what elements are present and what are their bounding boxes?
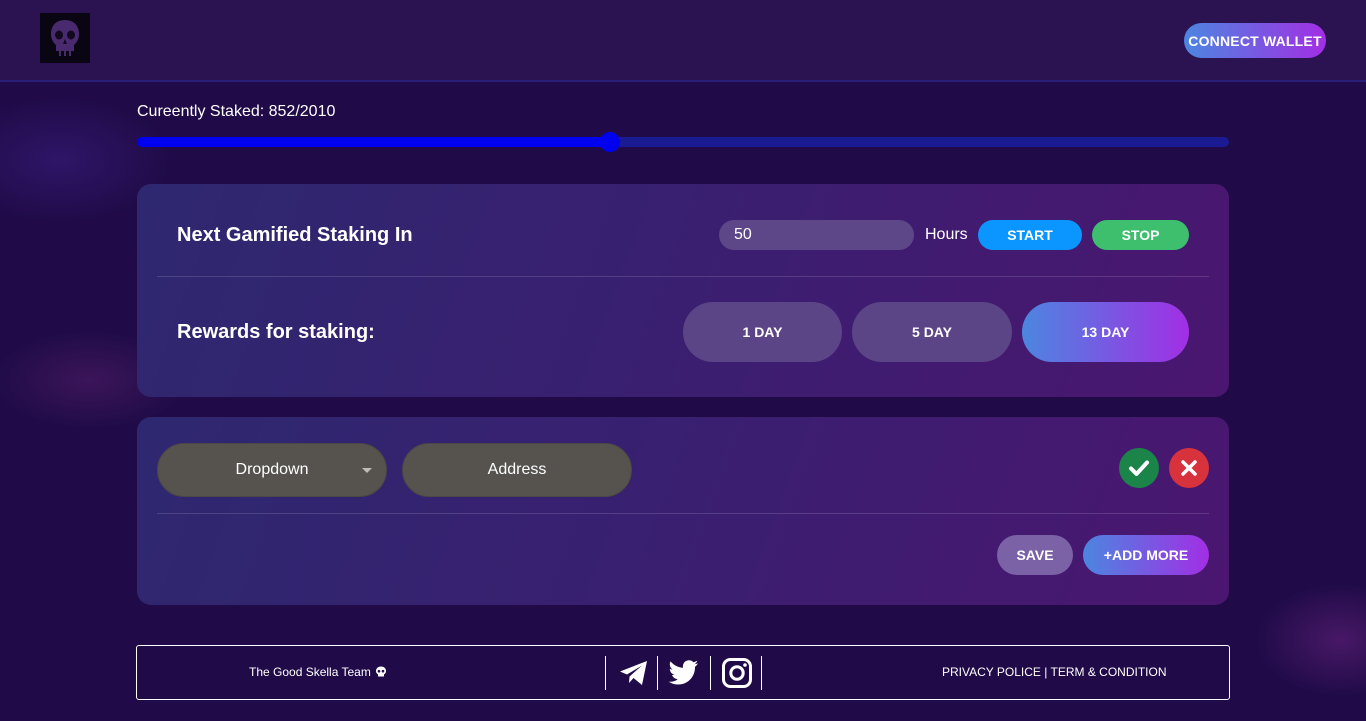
address-placeholder: Address	[487, 461, 547, 478]
team-name: The Good Skella Team	[249, 665, 371, 679]
address-input[interactable]: Address	[402, 443, 632, 497]
staked-progress-fill	[137, 137, 610, 147]
skull-emoji-icon	[375, 666, 386, 677]
rewards-title: Rewards for staking:	[177, 321, 375, 343]
skull-logo-icon[interactable]	[40, 13, 90, 63]
stop-button[interactable]: STOP	[1092, 220, 1189, 250]
gamified-staking-title: Next Gamified Staking In	[177, 224, 413, 246]
token-dropdown[interactable]: Dropdown	[157, 443, 387, 497]
instagram-link[interactable]	[712, 656, 762, 690]
page-footer: The Good Skella Team PRIVACY POLICE | TE…	[136, 645, 1230, 700]
start-button[interactable]: START	[978, 220, 1082, 250]
close-icon	[1181, 460, 1197, 476]
reward-1-day-button[interactable]: 1 DAY	[683, 302, 842, 362]
instagram-icon	[722, 658, 752, 688]
card-divider	[157, 513, 1209, 514]
reward-5-day-button[interactable]: 5 DAY	[852, 302, 1012, 362]
reward-13-day-button[interactable]: 13 DAY	[1022, 302, 1189, 362]
staked-progress-slider[interactable]	[137, 132, 1229, 152]
staking-card: Next Gamified Staking In Hours START STO…	[137, 184, 1229, 397]
cancel-button[interactable]	[1169, 448, 1209, 488]
policy-links[interactable]: PRIVACY POLICE | TERM & CONDITION	[942, 665, 1167, 679]
twitter-icon	[669, 660, 698, 685]
hours-unit-label: Hours	[925, 226, 968, 243]
caret-down-icon	[362, 468, 372, 473]
footer-separator	[710, 656, 711, 690]
twitter-link[interactable]	[659, 656, 709, 690]
footer-separator	[657, 656, 658, 690]
footer-separator	[605, 656, 606, 690]
currently-staked-label: Cureently Staked: 852/2010	[137, 103, 336, 120]
top-header: CONNECT WALLET	[0, 0, 1366, 82]
add-more-button[interactable]: +ADD MORE	[1083, 535, 1209, 575]
team-credit: The Good Skella Team	[249, 665, 387, 679]
check-icon	[1129, 460, 1149, 476]
address-entry-card: Dropdown Address SAVE +ADD MORE	[137, 417, 1229, 605]
telegram-icon	[620, 661, 647, 685]
save-button[interactable]: SAVE	[997, 535, 1073, 575]
dropdown-label: Dropdown	[235, 461, 309, 478]
connect-wallet-button[interactable]: CONNECT WALLET	[1184, 23, 1326, 58]
telegram-link[interactable]	[609, 656, 659, 690]
hours-input[interactable]	[719, 220, 914, 250]
card-divider	[157, 276, 1209, 277]
footer-separator	[761, 656, 762, 690]
slider-thumb[interactable]	[600, 132, 620, 152]
confirm-button[interactable]	[1119, 448, 1159, 488]
